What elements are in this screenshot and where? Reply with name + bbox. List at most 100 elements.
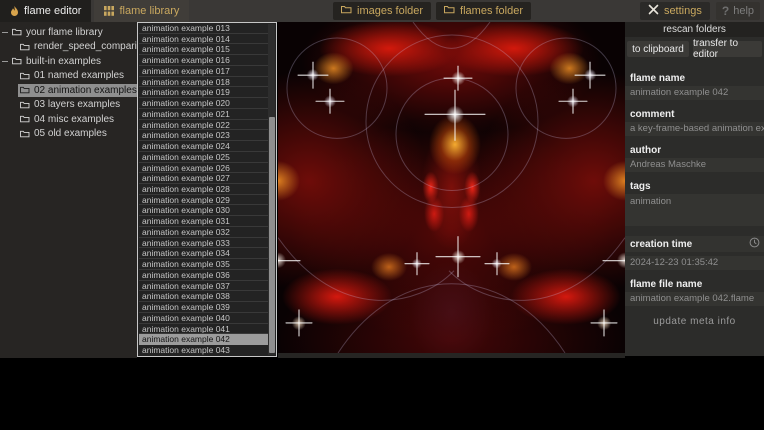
tree-item-inner[interactable]: your flame library: [10, 26, 107, 39]
list-item[interactable]: animation example 043: [139, 345, 268, 355]
list-item[interactable]: animation example 013: [139, 23, 268, 34]
button-label: settings: [664, 5, 702, 17]
tree-item-label: your flame library: [26, 27, 103, 38]
list-item[interactable]: animation example 039: [139, 302, 268, 313]
tree-item-inner[interactable]: 03 layers examples: [18, 98, 124, 111]
flame-preview-arcs: [278, 22, 625, 353]
list-item[interactable]: animation example 023: [139, 130, 268, 141]
list-item[interactable]: animation example 042: [139, 334, 268, 345]
tree-item-label: 01 named examples: [34, 70, 124, 81]
tab-label: flame editor: [24, 5, 81, 17]
sidebar-item-your-flame-library[interactable]: your flame library: [0, 25, 137, 40]
update-meta-info-button[interactable]: update meta info: [625, 314, 764, 329]
list-item[interactable]: animation example 026: [139, 163, 268, 174]
list-item[interactable]: animation example 036: [139, 270, 268, 281]
images-folder-button[interactable]: images folder: [333, 2, 431, 20]
tab-flame-library[interactable]: flame library: [94, 0, 189, 22]
tree-item-inner[interactable]: 01 named examples: [18, 69, 128, 82]
sidebar-item-02-animation-examples[interactable]: 02 animation examples: [0, 83, 137, 98]
flame-file-name-label: flame file name: [625, 279, 764, 292]
collapse-handle[interactable]: [2, 61, 8, 62]
folder-icon: [12, 28, 22, 36]
list-scrollbar-thumb[interactable]: [269, 117, 275, 354]
list-item[interactable]: animation example 017: [139, 66, 268, 77]
sidebar-tree: your flame library render_speed_compariso…: [0, 22, 137, 358]
flame-name-label: flame name: [625, 73, 764, 86]
author-field[interactable]: Andreas Maschke: [625, 158, 764, 172]
tree-item-inner[interactable]: 05 old examples: [18, 127, 111, 140]
details-panel: rescan folders to clipboard transfer to …: [625, 22, 764, 356]
list-item[interactable]: animation example 041: [139, 324, 268, 335]
creation-time-header: creation time: [625, 236, 764, 252]
to-clipboard-button[interactable]: to clipboard: [627, 41, 689, 57]
list-item[interactable]: animation example 022: [139, 120, 268, 131]
folder-icon: [20, 72, 30, 80]
app-window: flame editor flame library images folder: [0, 0, 764, 430]
folder-icon: [444, 5, 455, 17]
flame-preview: [278, 22, 625, 353]
list-item[interactable]: animation example 027: [139, 173, 268, 184]
tree-item-label: 04 misc examples: [34, 114, 114, 125]
list-item[interactable]: animation example 034: [139, 248, 268, 259]
list-item[interactable]: animation example 028: [139, 184, 268, 195]
folder-icon: [20, 130, 30, 138]
flame-name-field[interactable]: animation example 042: [625, 86, 764, 100]
folder-icon: [20, 43, 30, 51]
list-item[interactable]: animation example 018: [139, 77, 268, 88]
flame-file-name-field[interactable]: animation example 042.flame: [625, 292, 764, 306]
list-item[interactable]: animation example 020: [139, 98, 268, 109]
list-item[interactable]: animation example 031: [139, 216, 268, 227]
folder-icon: [20, 101, 30, 109]
list-item[interactable]: animation example 016: [139, 55, 268, 66]
folder-buttons: images folder flames folder: [333, 2, 531, 20]
list-item[interactable]: animation example 037: [139, 281, 268, 292]
tab-flame-editor[interactable]: flame editor: [0, 0, 91, 22]
creation-time-field[interactable]: 2024-12-23 01:35:42: [625, 256, 764, 270]
sidebar-item-03-layers-examples[interactable]: 03 layers examples: [0, 98, 137, 113]
sidebar-item-04-misc-examples[interactable]: 04 misc examples: [0, 112, 137, 127]
flames-folder-button[interactable]: flames folder: [436, 2, 531, 20]
list-item[interactable]: animation example 033: [139, 238, 268, 249]
button-label: images folder: [357, 5, 423, 17]
author-label: author: [625, 145, 764, 158]
tags-label: tags: [625, 181, 764, 194]
list-item[interactable]: animation example 021: [139, 109, 268, 120]
transfer-to-editor-button[interactable]: transfer to editor: [693, 41, 762, 57]
sidebar-item-built-in-examples[interactable]: built-in examples: [0, 54, 137, 69]
action-buttons: to clipboard transfer to editor: [627, 41, 762, 57]
comment-field[interactable]: a key-frame-based animation examp: [625, 122, 764, 136]
folder-icon: [20, 86, 30, 94]
list-scrollbar[interactable]: [268, 24, 275, 355]
list-item[interactable]: animation example 014: [139, 34, 268, 45]
tab-label: flame library: [119, 5, 179, 17]
rescan-folders-button[interactable]: rescan folders: [625, 22, 764, 37]
tree-item-inner[interactable]: built-in examples: [10, 55, 105, 68]
list-item[interactable]: animation example 024: [139, 141, 268, 152]
folder-icon: [12, 57, 22, 65]
list-item[interactable]: animation example 029: [139, 195, 268, 206]
list-item[interactable]: animation example 035: [139, 259, 268, 270]
list-item[interactable]: animation example 040: [139, 313, 268, 324]
list-item[interactable]: animation example 032: [139, 227, 268, 238]
sidebar-item-render-speed-comparison[interactable]: render_speed_comparison: [0, 40, 137, 55]
settings-button[interactable]: settings: [640, 2, 710, 20]
list-item[interactable]: animation example 015: [139, 44, 268, 55]
tree-item-inner[interactable]: 02 animation examples: [18, 84, 141, 97]
button-label: flames folder: [460, 5, 523, 17]
list-item[interactable]: animation example 030: [139, 205, 268, 216]
list-item[interactable]: animation example 019: [139, 87, 268, 98]
list-item[interactable]: animation example 025: [139, 152, 268, 163]
tags-field[interactable]: animation: [625, 194, 764, 226]
comment-label: comment: [625, 109, 764, 122]
tools-icon: [648, 4, 659, 18]
tree-item-inner[interactable]: 04 misc examples: [18, 113, 118, 126]
tree-item-label: built-in examples: [26, 56, 101, 67]
list-item[interactable]: animation example 038: [139, 291, 268, 302]
clock-icon[interactable]: [749, 235, 760, 253]
help-button[interactable]: ? help: [716, 2, 760, 20]
tree-item-label: 02 animation examples: [34, 85, 137, 96]
sidebar-item-05-old-examples[interactable]: 05 old examples: [0, 127, 137, 142]
collapse-handle[interactable]: [2, 32, 8, 33]
flame-icon: [10, 6, 19, 17]
sidebar-item-01-named-examples[interactable]: 01 named examples: [0, 69, 137, 84]
